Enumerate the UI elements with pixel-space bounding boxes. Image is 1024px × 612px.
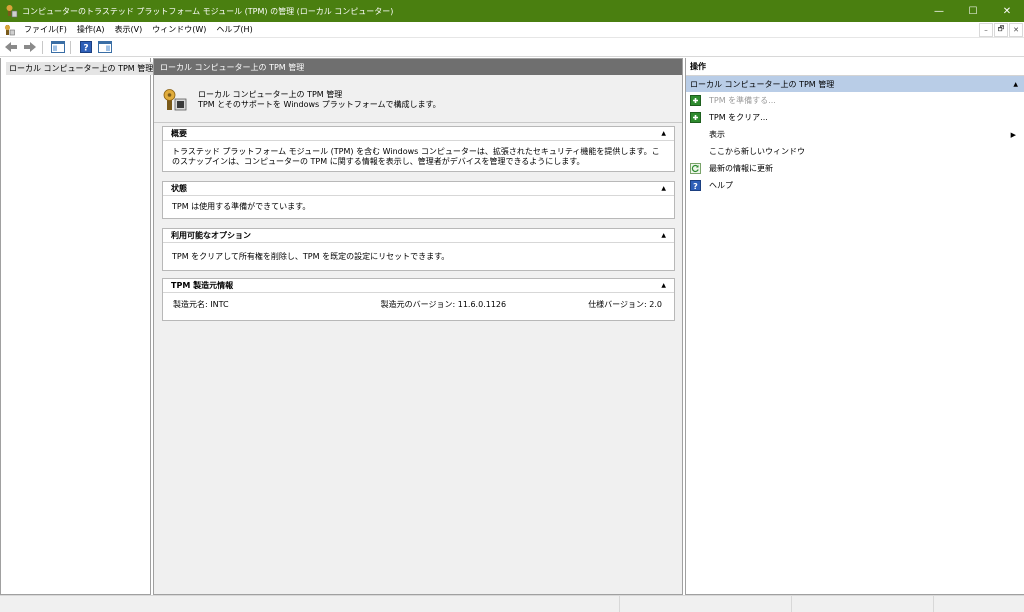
intro-description: TPM とそのサポートを Windows プラットフォームで構成します。: [198, 99, 441, 109]
forward-button[interactable]: [22, 40, 38, 54]
status-section: 状態 ▲ TPM は使用する準備ができています。: [162, 181, 675, 219]
action-view[interactable]: 表示 ▶: [686, 126, 1024, 143]
tpm-large-icon: [163, 88, 187, 110]
collapse-icon[interactable]: ▲: [661, 130, 666, 137]
actions-pane: 操作 ローカル コンピューター上の TPM 管理 ▲ TPM を準備する... …: [685, 58, 1024, 595]
toolbar: ?: [0, 38, 1024, 57]
action-label: 表示: [709, 130, 725, 139]
action-prepare-tpm[interactable]: TPM を準備する...: [686, 92, 1024, 109]
action-refresh[interactable]: 最新の情報に更新: [686, 160, 1024, 177]
menu-bar: ファイル(F) 操作(A) 表示(V) ウィンドウ(W) ヘルプ(H) – 🗗 …: [0, 22, 1024, 38]
manufacturer-version: 製造元のバージョン: 11.6.0.1126: [380, 300, 507, 309]
collapse-icon[interactable]: ▲: [661, 282, 666, 289]
actions-group-header[interactable]: ローカル コンピューター上の TPM 管理 ▲: [686, 76, 1024, 92]
collapse-icon[interactable]: ▲: [661, 185, 666, 192]
manufacturer-row: 製造元名: INTC 製造元のバージョン: 11.6.0.1126 仕様バージョ…: [163, 293, 674, 316]
manufacturer-title: TPM 製造元情報: [171, 281, 234, 290]
maximize-button[interactable]: ☐: [956, 0, 990, 22]
menu-window[interactable]: ウィンドウ(W): [147, 24, 211, 35]
action-label: TPM を準備する...: [709, 96, 776, 105]
tree-item-label: ローカル コンピューター上の TPM 管理: [6, 61, 157, 75]
green-plus-icon: [690, 112, 701, 123]
action-new-window[interactable]: ここから新しいウィンドウ: [686, 143, 1024, 160]
back-arrow-icon: [5, 42, 17, 52]
status-segment: [792, 596, 934, 612]
status-body: TPM は使用する準備ができています。: [172, 202, 311, 211]
actions-title: 操作: [686, 58, 1024, 76]
collapse-icon[interactable]: ▲: [1013, 81, 1018, 88]
action-clear-tpm[interactable]: TPM をクリア...: [686, 109, 1024, 126]
menu-file[interactable]: ファイル(F): [19, 24, 72, 35]
overview-header[interactable]: 概要 ▲: [163, 127, 674, 141]
options-body: TPM をクリアして所有権を削除し、TPM を既定の設定にリセットできます。: [172, 252, 450, 261]
status-segment: [0, 596, 620, 612]
mdi-restore-button[interactable]: 🗗: [994, 23, 1008, 37]
help-icon: ?: [80, 41, 92, 53]
mdi-close-button[interactable]: ✕: [1009, 23, 1023, 37]
status-bar: [0, 595, 1024, 612]
toolbar-separator: [70, 40, 71, 54]
collapse-icon[interactable]: ▲: [661, 232, 666, 239]
action-label: ヘルプ: [709, 181, 733, 190]
status-segment: [934, 596, 1024, 612]
result-pane-header: ローカル コンピューター上の TPM 管理: [154, 59, 682, 75]
help-toolbar-button[interactable]: ?: [78, 40, 94, 54]
action-label: 最新の情報に更新: [709, 164, 773, 173]
console-tree-icon: [51, 41, 65, 53]
overview-body: トラステッド プラットフォーム モジュール (TPM) を含む Windows …: [172, 147, 660, 166]
title-bar: コンピューターのトラステッド プラットフォーム モジュール (TPM) の管理 …: [0, 0, 1024, 22]
intro-title: ローカル コンピューター上の TPM 管理: [198, 89, 343, 99]
manufacturer-section: TPM 製造元情報 ▲ 製造元名: INTC 製造元のバージョン: 11.6.0…: [162, 278, 675, 321]
forward-arrow-icon: [24, 42, 36, 52]
tpm-console-icon[interactable]: [3, 24, 15, 36]
action-label: TPM をクリア...: [709, 113, 768, 122]
svg-text:?: ?: [693, 182, 698, 191]
action-label: ここから新しいウィンドウ: [709, 147, 805, 156]
toolbar-separator: [42, 40, 43, 54]
console-tree-pane: ローカル コンピューター上の TPM 管理: [0, 58, 157, 595]
menu-action[interactable]: 操作(A): [72, 24, 110, 35]
green-plus-icon: [690, 95, 701, 106]
menu-help[interactable]: ヘルプ(H): [211, 24, 257, 35]
status-header[interactable]: 状態 ▲: [163, 182, 674, 196]
overview-title: 概要: [171, 129, 187, 138]
manufacturer-name: 製造元名: INTC: [173, 300, 229, 309]
minimize-button[interactable]: —: [922, 0, 956, 22]
blank-icon: [690, 129, 701, 140]
help-icon: ?: [690, 180, 701, 191]
close-button[interactable]: ✕: [990, 0, 1024, 22]
options-section: 利用可能なオプション ▲ TPM をクリアして所有権を削除し、TPM を既定の設…: [162, 228, 675, 271]
show-hide-console-tree-button[interactable]: [50, 40, 66, 54]
options-title: 利用可能なオプション: [171, 231, 251, 240]
submenu-arrow-icon: ▶: [1010, 130, 1016, 139]
blank-icon: [690, 146, 701, 157]
menu-view[interactable]: 表示(V): [110, 24, 148, 35]
spec-version: 仕様バージョン: 2.0: [588, 300, 662, 309]
refresh-icon: [690, 163, 701, 174]
options-header[interactable]: 利用可能なオプション ▲: [163, 229, 674, 243]
mdi-minimize-button[interactable]: –: [979, 23, 993, 37]
window-title: コンピューターのトラステッド プラットフォーム モジュール (TPM) の管理 …: [22, 6, 394, 16]
result-pane: ローカル コンピューター上の TPM 管理 ローカル コンピューター上の TPM…: [153, 58, 683, 595]
back-button[interactable]: [3, 40, 19, 54]
actions-group-label: ローカル コンピューター上の TPM 管理: [690, 79, 835, 89]
svg-text:?: ?: [83, 44, 88, 54]
intro-panel: ローカル コンピューター上の TPM 管理 TPM とそのサポートを Windo…: [154, 77, 682, 123]
overview-section: 概要 ▲ トラステッド プラットフォーム モジュール (TPM) を含む Win…: [162, 126, 675, 172]
show-hide-action-pane-button[interactable]: [97, 40, 113, 54]
manufacturer-header[interactable]: TPM 製造元情報 ▲: [163, 279, 674, 293]
tree-item-tpm-management[interactable]: ローカル コンピューター上の TPM 管理: [1, 60, 157, 76]
action-pane-icon: [98, 41, 112, 53]
tpm-app-icon: [4, 4, 18, 18]
action-help[interactable]: ? ヘルプ: [686, 177, 1024, 194]
status-title: 状態: [171, 184, 187, 193]
status-segment: [620, 596, 792, 612]
